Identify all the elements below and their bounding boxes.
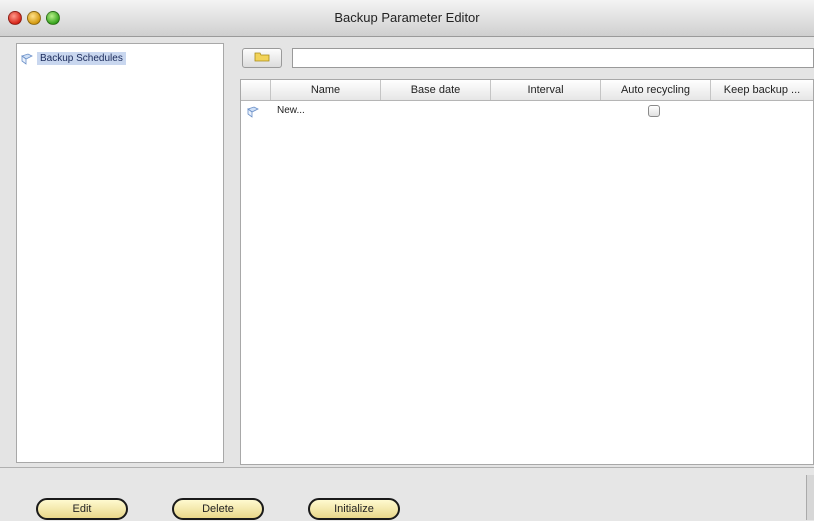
resize-handle[interactable] [806, 475, 814, 520]
delete-button[interactable]: Delete [172, 498, 264, 520]
path-toolbar [234, 43, 814, 73]
document-icon [247, 105, 259, 118]
schedule-detail-pane: Name Base date Interval Auto recycling K… [234, 43, 814, 465]
edit-button[interactable]: Edit [36, 498, 128, 520]
column-header-auto-recycling[interactable]: Auto recycling [601, 80, 711, 100]
window-title: Backup Parameter Editor [334, 10, 480, 25]
table-row[interactable]: New... [241, 102, 813, 120]
path-input[interactable] [292, 48, 814, 68]
backup-parameter-editor-window: Backup Parameter Editor Backup Schedules [0, 0, 814, 521]
column-header-interval[interactable]: Interval [491, 80, 601, 100]
document-icon [21, 52, 33, 65]
schedule-tree[interactable]: Backup Schedules [16, 43, 224, 463]
row-name-cell: New... [277, 105, 305, 116]
tree-item-label: Backup Schedules [37, 51, 126, 65]
choose-folder-button[interactable] [242, 48, 282, 68]
action-bar: Edit Delete Initialize [0, 467, 814, 521]
title-bar[interactable]: Backup Parameter Editor [0, 0, 814, 37]
column-header-name[interactable]: Name [271, 80, 381, 100]
main-content: Backup Schedules Name Base date Interval… [0, 37, 814, 467]
column-header-keep-backup[interactable]: Keep backup ... [711, 80, 813, 100]
column-header-base-date[interactable]: Base date [381, 80, 491, 100]
folder-icon [254, 49, 270, 67]
tree-item-backup-schedules[interactable]: Backup Schedules [21, 50, 126, 66]
column-header-icon[interactable] [241, 80, 271, 100]
auto-recycling-checkbox[interactable] [648, 105, 660, 117]
table-header: Name Base date Interval Auto recycling K… [241, 80, 813, 101]
initialize-button[interactable]: Initialize [308, 498, 400, 520]
schedule-table[interactable]: Name Base date Interval Auto recycling K… [240, 79, 814, 465]
